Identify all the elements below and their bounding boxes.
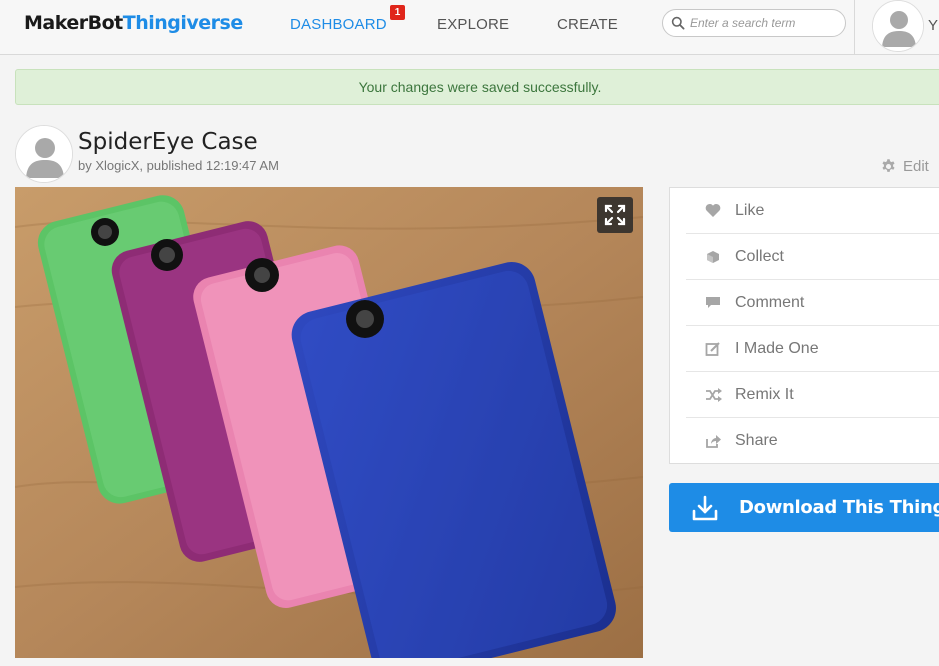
thing-byline: by XlogicX, published 12:19:47 AM xyxy=(78,158,279,173)
collect-label: Collect xyxy=(735,247,784,265)
nav-dashboard-link[interactable]: DASHBOARD xyxy=(290,16,387,33)
top-navigation-bar: MakerBotThingiverse DASHBOARD 1 EXPLORE … xyxy=(0,0,939,55)
edit-label: Edit xyxy=(903,158,929,175)
edit-button[interactable]: Edit xyxy=(880,158,929,175)
creator-avatar[interactable] xyxy=(15,125,73,183)
heart-icon xyxy=(704,202,722,220)
like-label: Like xyxy=(735,201,765,219)
remix-icon xyxy=(704,386,722,404)
remix-button[interactable]: Remix It xyxy=(686,372,939,418)
download-icon xyxy=(692,495,718,520)
expand-icon xyxy=(604,204,626,226)
download-this-thing-button[interactable]: Download This Thing! xyxy=(669,483,939,532)
fullscreen-expand-button[interactable] xyxy=(597,197,633,233)
i-made-one-button[interactable]: I Made One xyxy=(686,326,939,372)
nav-create-link[interactable]: CREATE xyxy=(557,16,618,33)
collect-icon xyxy=(704,248,722,266)
thing-main-image[interactable] xyxy=(15,187,643,658)
remix-label: Remix It xyxy=(735,385,794,403)
thing-title: SpiderEye Case xyxy=(78,129,258,155)
makerbot-thingiverse-logo[interactable]: MakerBotThingiverse xyxy=(24,12,243,34)
comment-button[interactable]: Comment xyxy=(686,280,939,326)
dashboard-notification-badge: 1 xyxy=(390,5,405,20)
nav-divider xyxy=(854,0,855,55)
user-avatar[interactable] xyxy=(872,0,924,52)
search-input[interactable] xyxy=(690,14,840,32)
i-made-one-label: I Made One xyxy=(735,339,819,357)
made-one-icon xyxy=(704,340,722,358)
share-label: Share xyxy=(735,432,778,449)
logo-thingiverse-text: Thingiverse xyxy=(122,12,243,34)
phone-cases-photo xyxy=(15,187,643,658)
thing-actions-panel: Like Collect Comment I Made One Remix It… xyxy=(669,187,939,464)
logo-makerbot-text: MakerBot xyxy=(24,12,123,34)
default-user-icon xyxy=(873,1,923,51)
default-user-icon xyxy=(16,126,72,182)
collect-button[interactable]: Collect xyxy=(686,234,939,280)
comment-icon xyxy=(704,294,722,312)
gear-icon xyxy=(882,159,895,172)
share-button[interactable]: Share xyxy=(686,418,939,464)
download-label: Download This Thing! xyxy=(739,497,939,518)
user-name-text[interactable]: Y xyxy=(928,17,938,34)
like-button[interactable]: Like xyxy=(686,188,939,234)
success-flash-message: Your changes were saved successfully. xyxy=(15,69,939,105)
comment-label: Comment xyxy=(735,293,805,311)
nav-explore-link[interactable]: EXPLORE xyxy=(437,16,509,33)
share-icon xyxy=(704,432,722,450)
search-box xyxy=(662,9,846,37)
search-icon xyxy=(671,16,685,30)
